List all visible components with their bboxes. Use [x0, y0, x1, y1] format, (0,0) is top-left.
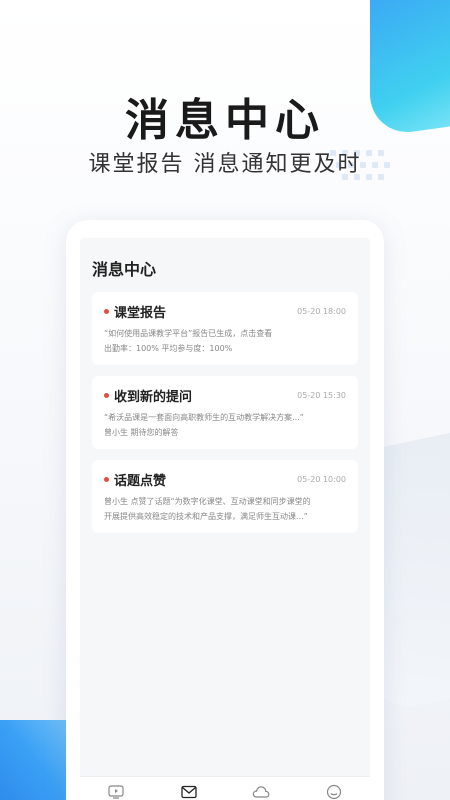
message-card-question[interactable]: 收到新的提问 05-20 15:30 “希沃品课是一套面向高职教师生的互动教学解…: [92, 376, 358, 449]
message-title: 收到新的提问: [114, 390, 193, 405]
message-card-report[interactable]: 课堂报告 05-20 18:00 “如何使用品课教学平台”报告已生成，点击查看 …: [92, 292, 358, 365]
message-title: 话题点赞: [114, 474, 167, 489]
message-text: 开展提供高效稳定的技术和产品支撑，满足师生互动课...”: [104, 512, 308, 521]
message-title: 课堂报告: [114, 306, 167, 321]
message-text: 曾小生 点赞了话题“为数字化课堂、互动课堂和同步课堂的: [104, 497, 311, 506]
message-time: 05-20 10:00: [297, 475, 346, 484]
hero-title: 消息中心: [125, 95, 325, 146]
message-text: 曾小生 期待您的解答: [104, 428, 179, 437]
tab-profile[interactable]: 我的: [304, 784, 364, 800]
cloud-icon: [253, 785, 270, 798]
message-time: 05-20 15:30: [297, 391, 346, 400]
hero-subtitle: 课堂报告 消息通知更及时: [88, 152, 362, 177]
tab-cloud[interactable]: 云盘: [231, 785, 291, 800]
message-card-like[interactable]: 话题点赞 05-20 10:00 曾小生 点赞了话题“为数字化课堂、互动课堂和同…: [92, 460, 358, 533]
phone-mockup: 消息中心 课堂报告 05-20 18:00 “如何使用品课教学平台”报告已生成，…: [66, 220, 384, 800]
page-title: 消息中心: [92, 260, 157, 279]
play-icon: [108, 784, 124, 799]
message-text: “如何使用品课教学平台”报告已生成，点击查看: [104, 329, 273, 338]
tab-courses[interactable]: 课程: [86, 784, 146, 800]
smile-icon: [326, 784, 341, 799]
message-text: “希沃品课是一套面向高职教师生的互动教学解决方案...”: [104, 413, 304, 422]
bottom-tab-bar: 课程 消息 云盘 我的: [80, 776, 370, 800]
mail-icon: [181, 785, 197, 798]
app-screen: 消息中心 课堂报告 05-20 18:00 “如何使用品课教学平台”报告已生成，…: [80, 238, 370, 800]
unread-dot: [104, 477, 109, 482]
message-text: 出勤率：100% 平均参与度：100%: [104, 344, 233, 353]
tab-messages[interactable]: 消息: [159, 785, 219, 800]
message-time: 05-20 18:00: [297, 307, 346, 316]
unread-dot: [104, 309, 109, 314]
unread-dot: [104, 393, 109, 398]
